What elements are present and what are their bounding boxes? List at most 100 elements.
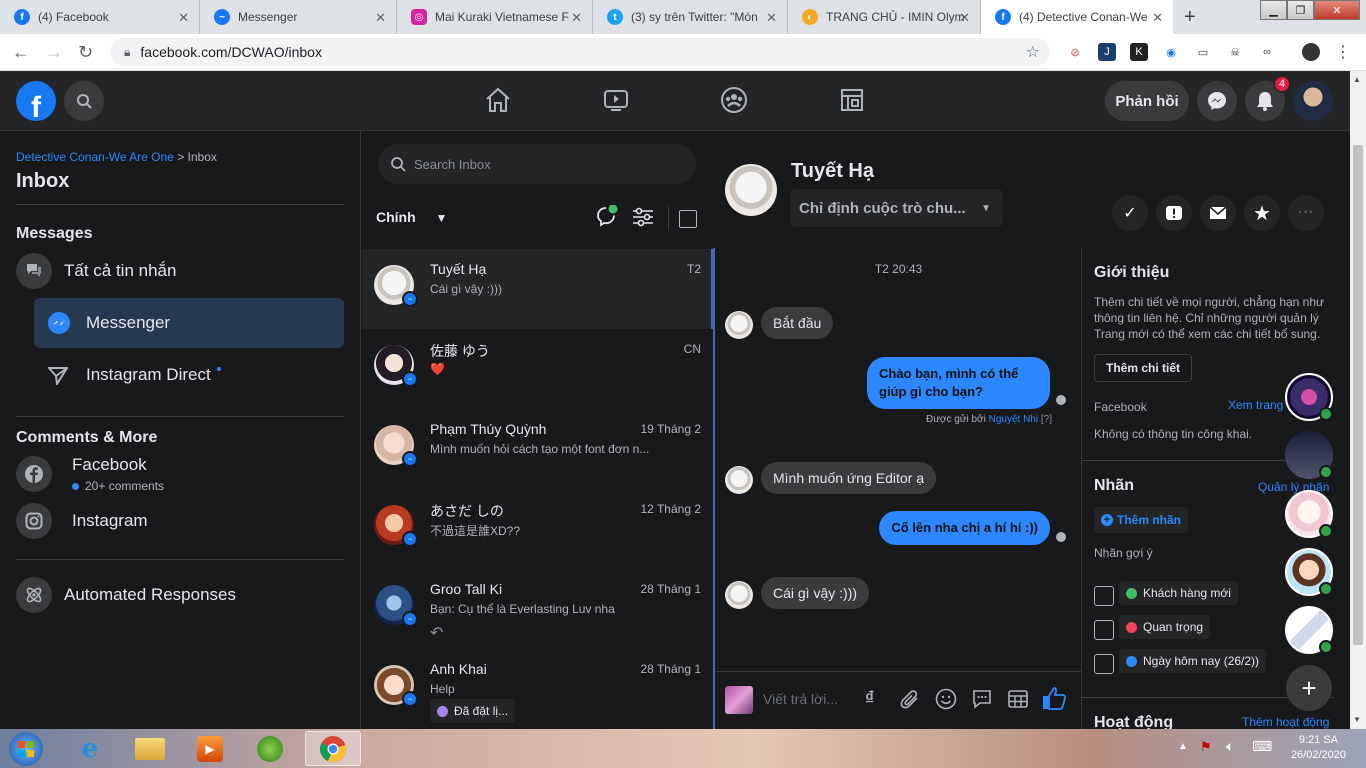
extension-glasses-icon[interactable]: ∞ [1258, 43, 1276, 61]
conversation-item[interactable]: ~ Phạm Thúy Quỳnh Mình muốn hỏi cách tạo… [362, 409, 712, 489]
back-icon[interactable]: ← [12, 42, 30, 63]
close-icon[interactable]: ✕ [766, 10, 777, 26]
start-button[interactable] [2, 729, 50, 768]
contact-avatar[interactable] [725, 164, 777, 216]
sidebar-item-all-messages[interactable]: Tất cả tin nhắn [16, 248, 344, 294]
menu-icon[interactable]: ⋮ [1334, 43, 1352, 61]
help-link[interactable]: [?] [1041, 414, 1052, 425]
chrome-taskbar-icon[interactable] [305, 731, 361, 766]
mark-unread-button[interactable] [1200, 195, 1236, 231]
conversation-item[interactable]: ~ Tuyết Hạ Cái gì vậy :))) T2 [362, 249, 712, 329]
attachment-icon[interactable] [899, 688, 921, 715]
close-icon[interactable]: ✕ [375, 10, 386, 26]
close-window-button[interactable]: ✕ [1314, 0, 1360, 20]
label-checkbox[interactable] [1094, 620, 1114, 640]
conversation-item[interactable]: ~ Anh Khai Help 28 Tháng 1 Đã đặt lị... [362, 649, 712, 729]
system-clock[interactable]: 9:21 SA 26/02/2020 [1291, 733, 1346, 763]
sidebar-item-messenger[interactable]: Messenger [34, 298, 344, 348]
suggested-label-chip[interactable]: Quan trọng [1119, 615, 1211, 639]
explorer-taskbar-icon[interactable] [122, 731, 178, 766]
thumbs-up-icon[interactable] [1041, 685, 1067, 716]
saved-reply-icon[interactable] [971, 688, 993, 715]
suggested-label-chip[interactable]: Khách hàng mới [1119, 581, 1238, 605]
more-options-button[interactable]: ··· [1288, 195, 1324, 231]
reload-icon[interactable]: ↻ [78, 42, 93, 63]
search-inbox-field[interactable]: Search Inbox [378, 144, 696, 184]
add-activity-link[interactable]: Thêm hoạt động [1242, 715, 1329, 729]
folder-dropdown[interactable]: Chính ▼ [376, 209, 447, 225]
profile-avatar[interactable] [1302, 43, 1320, 61]
minimize-button[interactable]: ▁ [1260, 0, 1287, 20]
close-icon[interactable]: ✕ [571, 10, 582, 26]
conversation-item[interactable]: ~ 佐藤 ゆう ❤️ CN [362, 329, 712, 409]
view-page-link[interactable]: Xem trang [1228, 398, 1283, 412]
nav-home-tab[interactable] [483, 85, 513, 115]
close-icon[interactable]: ✕ [959, 10, 970, 26]
appointment-icon[interactable] [1007, 688, 1029, 715]
add-label-button[interactable]: + Thêm nhãn [1094, 507, 1189, 533]
browser-tab[interactable]: f (4) Facebook ✕ [0, 0, 200, 34]
sidebar-item-facebook[interactable]: Facebook 20+ comments [16, 455, 344, 493]
add-details-button[interactable]: Thêm chi tiết [1094, 354, 1193, 382]
suggested-label-chip[interactable]: Ngày hôm nay (26/2)) [1119, 649, 1267, 673]
volume-icon[interactable]: 🔈︎ [1226, 738, 1234, 755]
browser-tab[interactable]: t (3) sy trên Twitter: "Món ✕ [593, 0, 788, 34]
sender-name-link[interactable]: Nguyệt Nhi [989, 414, 1038, 425]
media-player-taskbar-icon[interactable]: ▶ [182, 731, 238, 766]
extension-j-icon[interactable]: J [1098, 43, 1116, 61]
extension-chat-icon[interactable]: ▭ [1194, 43, 1212, 61]
tray-expand-icon[interactable]: ▲ [1178, 741, 1188, 752]
notifications-button[interactable]: 4 [1245, 75, 1291, 121]
conversation-item[interactable]: ~ あさだ しの 不過這是誰XD?? 12 Tháng 2 [362, 489, 712, 569]
contact-name[interactable]: Tuyết Hạ [791, 160, 874, 183]
ie-taskbar-icon[interactable]: e [62, 731, 118, 766]
extension-k-icon[interactable]: K [1130, 43, 1148, 61]
browser-tab[interactable]: ◐ TRANG CHỦ - IMIN Olym ✕ [788, 0, 981, 34]
address-bar[interactable]: 🔒︎ facebook.com/DCWAO/inbox ☆ [110, 38, 1050, 66]
forward-icon[interactable]: → [45, 42, 63, 63]
reply-input[interactable]: Viết trả lời... [763, 691, 838, 707]
sidebar-item-instagram[interactable]: Instagram [16, 503, 344, 539]
label-checkbox[interactable] [1094, 586, 1114, 606]
messenger-button[interactable] [1197, 81, 1237, 121]
nav-watch-tab[interactable] [601, 85, 631, 115]
scroll-down-icon[interactable]: ▼ [1353, 715, 1361, 724]
extension-skull-icon[interactable]: ☠ [1226, 43, 1244, 61]
browser-tab[interactable]: ◎ Mai Kuraki Vietnamese F ✕ [397, 0, 593, 34]
browser-tab-active[interactable]: f (4) Detective Conan-We ✕ [981, 0, 1173, 34]
network-icon[interactable]: ⚑ [1200, 739, 1212, 755]
new-message-filter-button[interactable] [596, 204, 620, 230]
extension-messenger-icon[interactable]: ◉ [1162, 43, 1180, 61]
filter-settings-button[interactable] [632, 207, 654, 230]
restore-button[interactable]: ❐ [1287, 0, 1314, 20]
close-icon[interactable]: ✕ [178, 10, 189, 26]
facebook-logo[interactable]: f [16, 81, 56, 121]
nav-groups-tab[interactable] [719, 85, 749, 115]
star-icon[interactable]: ☆ [1026, 42, 1040, 62]
browser-tab[interactable]: ~ Messenger ✕ [200, 0, 397, 34]
scroll-up-icon[interactable]: ▲ [1353, 75, 1361, 84]
currency-icon[interactable]: ₫ [865, 688, 874, 709]
select-all-checkbox[interactable] [679, 210, 697, 228]
mark-done-button[interactable]: ✓ [1112, 195, 1148, 231]
extension-adblock-icon[interactable]: ⊘ [1066, 43, 1084, 61]
feedback-button[interactable]: Phản hồi [1105, 81, 1189, 121]
assign-conversation-dropdown[interactable]: Chỉ định cuộc trò chu... ▼ [790, 189, 1003, 227]
label-checkbox[interactable] [1094, 654, 1114, 674]
emoji-icon[interactable] [935, 688, 957, 715]
breadcrumb-page-link[interactable]: Detective Conan-We Are One [16, 150, 174, 164]
star-button[interactable]: ★ [1244, 195, 1280, 231]
new-tab-button[interactable]: + [1184, 6, 1196, 29]
nav-pages-tab[interactable] [837, 85, 867, 115]
conversation-item[interactable]: ~ Groo Tall Ki Bạn: Cụ thể là Everlastin… [362, 569, 712, 649]
mark-spam-button[interactable] [1156, 195, 1192, 231]
scrollbar-thumb[interactable] [1353, 145, 1363, 645]
language-icon[interactable]: ⌨ [1252, 738, 1272, 755]
page-scrollbar[interactable]: ▲ ▼ [1350, 71, 1366, 729]
search-button[interactable] [64, 81, 104, 121]
account-avatar[interactable] [1293, 81, 1333, 121]
sidebar-item-automated-responses[interactable]: Automated Responses [16, 572, 344, 618]
close-icon[interactable]: ✕ [1152, 10, 1163, 26]
parrot-app-taskbar-icon[interactable] [242, 731, 298, 766]
sidebar-item-instagram-direct[interactable]: Instagram Direct [48, 352, 344, 398]
